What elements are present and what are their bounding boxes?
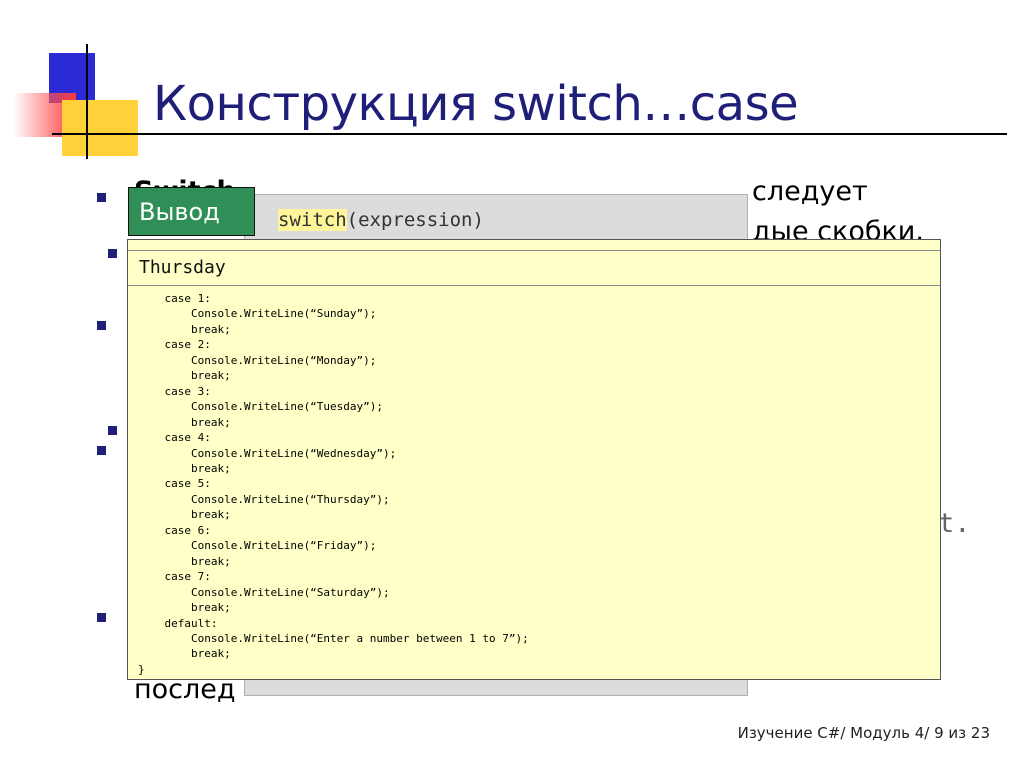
- code-line: case 4:: [138, 431, 211, 445]
- code-line: break;: [138, 554, 231, 568]
- slide-title: Конструкция switch…case: [153, 76, 799, 132]
- code-line: Console.WriteLine(“Thursday”);: [138, 492, 390, 506]
- code-line: case 7:: [138, 570, 211, 584]
- output-result: Thursday: [128, 250, 940, 286]
- output-label: Вывод: [128, 187, 255, 236]
- code-line: break;: [138, 415, 231, 429]
- code-line: break;: [138, 369, 231, 383]
- code-line: break;: [138, 461, 231, 475]
- code-line: case 2:: [138, 338, 211, 352]
- slide-footer: Изучение C#/ Модуль 4/ 9 из 23: [737, 724, 990, 742]
- code-line: Console.WriteLine(“Wednesday”);: [138, 446, 397, 460]
- code-line: break;: [138, 601, 231, 615]
- switch-keyword: switch: [278, 209, 347, 231]
- code-line: case 6:: [138, 523, 211, 537]
- code-line: Console.WriteLine(“Saturday”);: [138, 585, 390, 599]
- decorative-vertical-line: [86, 44, 88, 159]
- code-listing: case 1: Console.WriteLine(“Sunday”); bre…: [138, 291, 529, 677]
- code-line: Console.WriteLine(“Monday”);: [138, 353, 377, 367]
- bullet-marker: [97, 446, 106, 455]
- code-line: break;: [138, 322, 231, 336]
- decorative-yellow-square: [62, 100, 138, 156]
- code-line: break;: [138, 508, 231, 522]
- title-underline: [52, 133, 1007, 135]
- bullet-text-line3: t.: [938, 508, 971, 539]
- code-line: case 5:: [138, 477, 211, 491]
- bullet-marker: [97, 193, 106, 202]
- switch-expression: (expression): [346, 209, 484, 231]
- bullet-marker: [97, 321, 106, 330]
- bullet-text-line1: следует: [752, 176, 868, 207]
- code-line: Console.WriteLine(“Enter a number betwee…: [138, 631, 529, 645]
- code-line: case 1:: [138, 292, 211, 305]
- code-line: Console.WriteLine(“Sunday”);: [138, 307, 377, 321]
- code-line: Console.WriteLine(“Tuesday”);: [138, 400, 384, 414]
- code-line: }: [138, 662, 145, 676]
- code-line: break;: [138, 647, 231, 661]
- syntax-code: switch(expression): [278, 209, 484, 231]
- bullet-marker: [97, 613, 106, 622]
- code-line: default:: [138, 616, 218, 630]
- bullet-marker: [108, 426, 117, 435]
- code-line: case 3:: [138, 384, 211, 398]
- code-line: Console.WriteLine(“Friday”);: [138, 539, 377, 553]
- code-output-box: Thursday case 1: Console.WriteLine(“Sund…: [127, 239, 941, 680]
- bullet-marker: [108, 249, 117, 258]
